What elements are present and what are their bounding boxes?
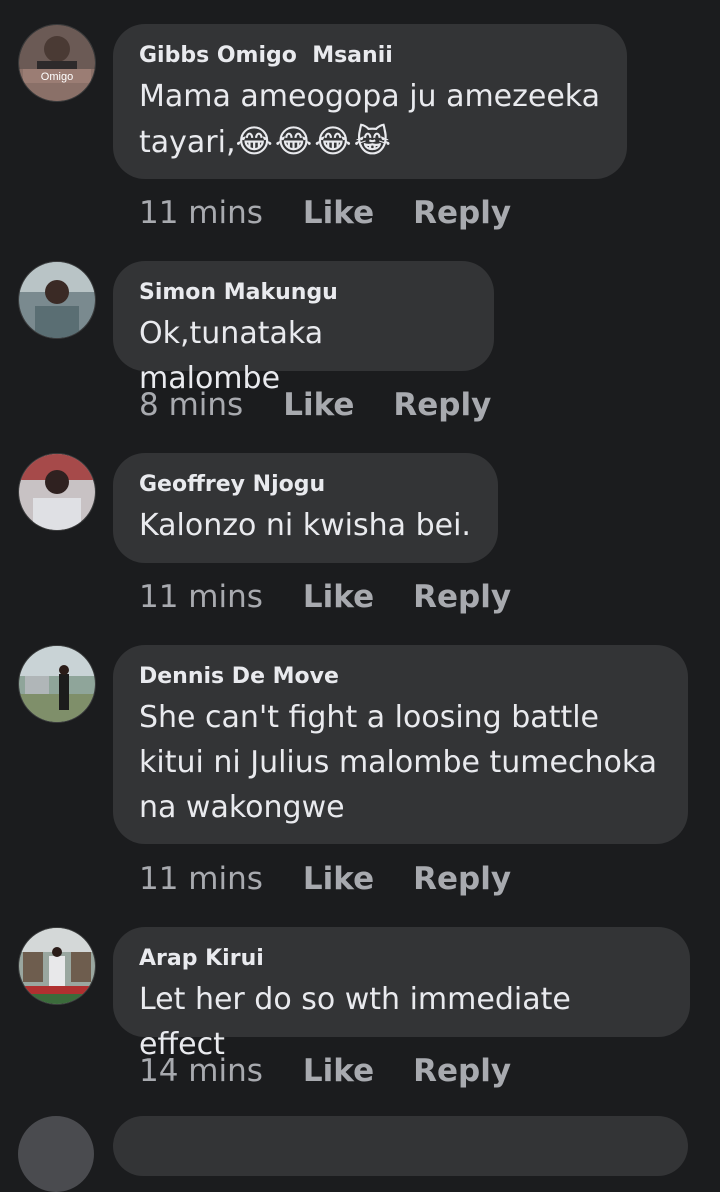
comment-timestamp[interactable]: 11 mins xyxy=(139,193,263,233)
comment-bubble: Arap Kirui Let her do so wth immediate e… xyxy=(113,927,690,1062)
like-button[interactable]: Like xyxy=(303,577,374,617)
comment-actions: 11 mins Like Reply xyxy=(139,577,511,617)
avatar-caption: Omigo xyxy=(41,71,73,83)
comment-timestamp[interactable]: 11 mins xyxy=(139,577,263,617)
commenter-name[interactable]: Dennis De Move xyxy=(139,663,662,691)
comment-bubble: Simon Makungu Ok,tunataka malombe xyxy=(113,261,494,396)
comment-actions: 14 mins Like Reply xyxy=(139,1051,511,1091)
commenter-name[interactable]: Arap Kirui xyxy=(139,945,664,973)
comment-actions: 8 mins Like Reply xyxy=(139,385,491,425)
comment-bubble xyxy=(113,1116,688,1176)
avatar[interactable] xyxy=(18,453,96,531)
comment-text: Mama ameogopa ju amezeeka tayari,😂😂😂😹 xyxy=(139,74,601,165)
reply-button[interactable]: Reply xyxy=(413,1051,511,1091)
reply-button[interactable]: Reply xyxy=(413,859,511,899)
commenter-name[interactable]: Gibbs Omigo Msanii xyxy=(139,42,601,70)
comment-timestamp[interactable]: 14 mins xyxy=(139,1051,263,1091)
comment-timestamp[interactable]: 11 mins xyxy=(139,859,263,899)
like-button[interactable]: Like xyxy=(283,385,354,425)
commenter-name[interactable]: Geoffrey Njogu xyxy=(139,471,472,499)
comment-timestamp[interactable]: 8 mins xyxy=(139,385,243,425)
reply-button[interactable]: Reply xyxy=(393,385,491,425)
avatar[interactable] xyxy=(18,261,96,339)
comment-actions: 11 mins Like Reply xyxy=(139,859,511,899)
like-button[interactable]: Like xyxy=(303,1051,374,1091)
reply-button[interactable]: Reply xyxy=(413,577,511,617)
avatar[interactable] xyxy=(18,645,96,723)
avatar[interactable]: Omigo xyxy=(18,24,96,102)
comment-bubble: Geoffrey Njogu Kalonzo ni kwisha bei. xyxy=(113,453,498,563)
like-button[interactable]: Like xyxy=(303,859,374,899)
comment-text: Kalonzo ni kwisha bei. xyxy=(139,508,471,543)
comment-text: She can't fight a loosing battle kitui n… xyxy=(139,700,658,825)
reply-button[interactable]: Reply xyxy=(413,193,511,233)
like-button[interactable]: Like xyxy=(303,193,374,233)
laughing-emoji-icons: 😂😂😂😹 xyxy=(235,122,394,160)
avatar[interactable] xyxy=(18,1116,94,1192)
comment-bubble: Gibbs Omigo Msanii Mama ameogopa ju amez… xyxy=(113,24,627,179)
comment-bubble: Dennis De Move She can't fight a loosing… xyxy=(113,645,688,844)
commenter-name[interactable]: Simon Makungu xyxy=(139,279,468,307)
avatar[interactable] xyxy=(18,927,96,1005)
comment-actions: 11 mins Like Reply xyxy=(139,193,511,233)
